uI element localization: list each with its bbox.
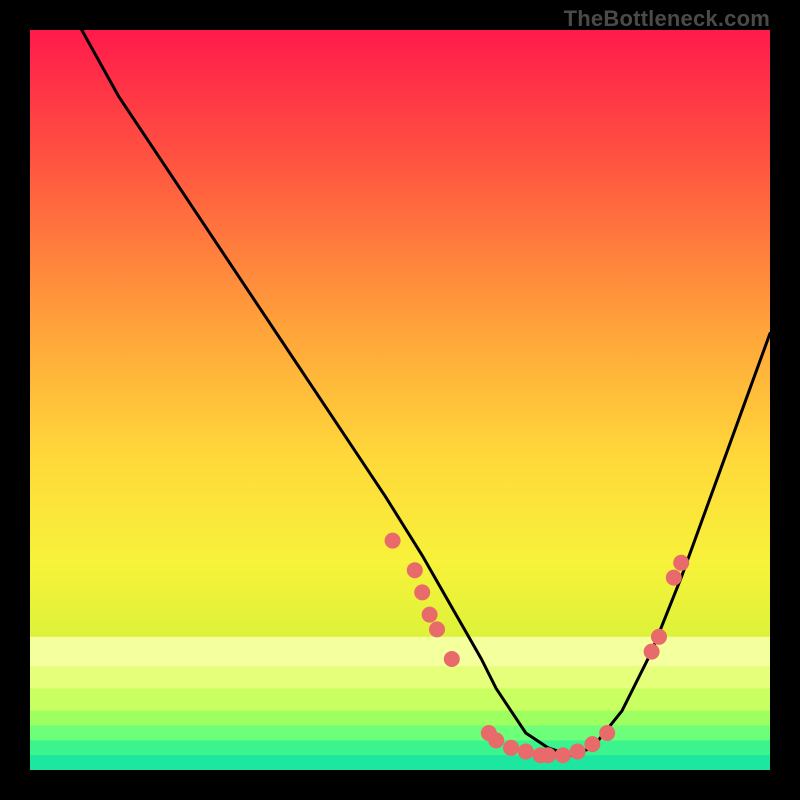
data-point-5 xyxy=(444,651,460,667)
data-point-15 xyxy=(599,725,615,741)
data-point-18 xyxy=(666,570,682,586)
bottom-band-2 xyxy=(30,689,770,711)
data-point-0 xyxy=(385,533,401,549)
data-point-8 xyxy=(503,740,519,756)
data-point-16 xyxy=(644,644,660,660)
data-point-17 xyxy=(651,629,667,645)
chart-frame: TheBottleneck.com xyxy=(0,0,800,800)
data-point-11 xyxy=(540,747,556,763)
data-point-7 xyxy=(488,732,504,748)
chart-svg xyxy=(30,30,770,770)
bottom-band-6 xyxy=(30,755,770,770)
bottom-band-4 xyxy=(30,726,770,741)
data-point-12 xyxy=(555,747,571,763)
bottom-band-3 xyxy=(30,711,770,726)
data-point-1 xyxy=(407,562,423,578)
data-point-9 xyxy=(518,744,534,760)
data-point-13 xyxy=(570,744,586,760)
data-point-2 xyxy=(414,584,430,600)
data-point-3 xyxy=(422,607,438,623)
plot-area xyxy=(30,30,770,770)
data-point-4 xyxy=(429,621,445,637)
bottom-band-5 xyxy=(30,740,770,755)
data-point-14 xyxy=(584,736,600,752)
watermark-label: TheBottleneck.com xyxy=(564,6,770,32)
data-point-19 xyxy=(673,555,689,571)
bottom-band-1 xyxy=(30,666,770,688)
